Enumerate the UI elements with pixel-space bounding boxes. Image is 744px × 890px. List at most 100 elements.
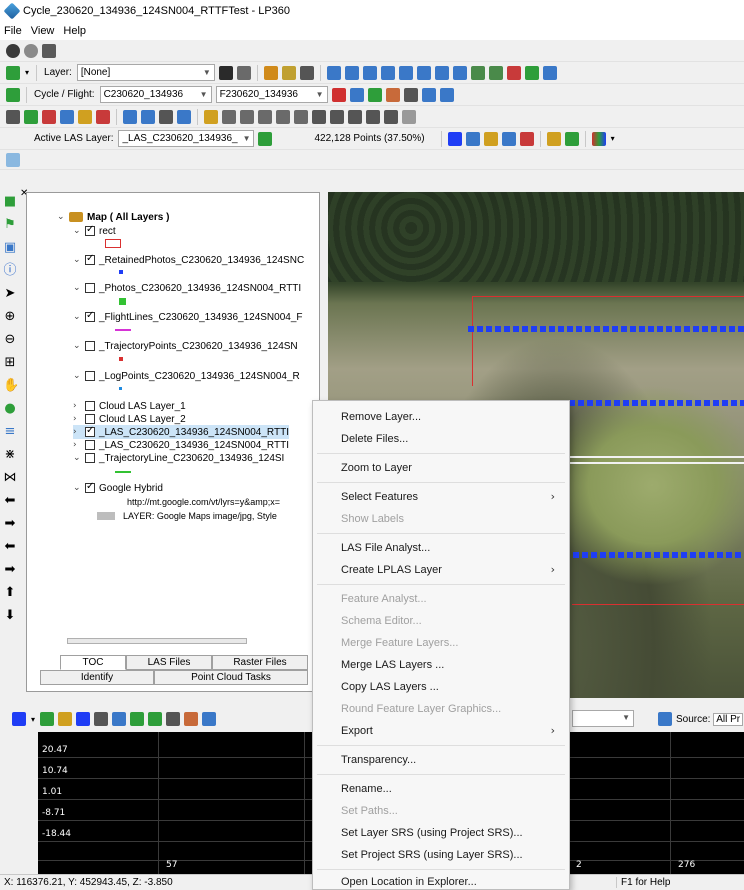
fence-icon[interactable]: [312, 109, 326, 124]
chevron-right-icon[interactable]: ›: [73, 427, 83, 437]
select-arrow-icon[interactable]: ➤: [3, 287, 17, 301]
profile-mode-select[interactable]: ▼: [572, 710, 634, 727]
layer-checkbox[interactable]: [85, 453, 95, 463]
tree-node-cloud-las-2[interactable]: › Cloud LAS Layer_2: [73, 412, 186, 426]
tab-point-cloud-tasks[interactable]: Point Cloud Tasks: [154, 670, 308, 685]
flight-select[interactable]: F230620_134936 ▼: [215, 86, 328, 103]
anchor-icon[interactable]: [204, 109, 218, 124]
layer-icon[interactable]: ■: [3, 195, 17, 209]
classify-icon[interactable]: [78, 109, 92, 124]
toc-scrollbar[interactable]: [67, 638, 247, 644]
tree-node-cloud-las-1[interactable]: › Cloud LAS Layer_1: [73, 399, 186, 413]
grid-profile-icon[interactable]: [76, 712, 91, 726]
back-icon[interactable]: ⬅: [3, 494, 17, 508]
menu-item-open-location[interactable]: Open Location in Explorer...: [313, 871, 569, 890]
window-icon[interactable]: [60, 109, 74, 124]
list-icon[interactable]: [367, 87, 382, 102]
dropdown-arrow-icon[interactable]: ▾: [25, 68, 29, 77]
tree-node-trajectory-line[interactable]: ⌄ _TrajectoryLine_C230620_134936_124SI: [73, 451, 284, 465]
chevron-down-icon[interactable]: ⌄: [73, 283, 83, 293]
clock-icon[interactable]: [384, 109, 398, 124]
tree-node-las[interactable]: › _LAS_C230620_134936_124SN004_RTTI: [73, 438, 289, 452]
scan-icon[interactable]: ▣: [3, 241, 17, 255]
terrain2-icon[interactable]: [148, 712, 163, 726]
export-icon[interactable]: [141, 109, 155, 124]
tab-toc[interactable]: TOC: [60, 655, 126, 670]
chevron-down-icon[interactable]: ⌄: [73, 371, 83, 381]
menu-item-set-layer-srs[interactable]: Set Layer SRS (using Project SRS)...: [313, 822, 569, 844]
triangle-icon[interactable]: [465, 131, 480, 146]
zoom-box-icon[interactable]: ⊞: [3, 356, 17, 370]
pan-down-icon[interactable]: ⬇: [3, 609, 17, 623]
stairs-icon[interactable]: [258, 131, 273, 146]
camera-icon[interactable]: [421, 87, 436, 102]
layer-select[interactable]: [None] ▼: [76, 64, 215, 81]
source-select[interactable]: All Pr: [713, 713, 744, 726]
layer-checkbox[interactable]: [85, 440, 95, 450]
import-icon[interactable]: [6, 87, 20, 102]
box-icon[interactable]: [159, 109, 173, 124]
menu-file[interactable]: File: [4, 25, 22, 37]
columns-icon[interactable]: [434, 65, 449, 80]
filter-icon[interactable]: [24, 109, 38, 124]
dropdown-arrow-icon[interactable]: ▾: [611, 134, 615, 143]
layer-checkbox[interactable]: [85, 401, 95, 411]
layer-checkbox[interactable]: [85, 371, 95, 381]
clip-icon[interactable]: [184, 712, 199, 726]
folder-icon[interactable]: [263, 65, 278, 80]
delete-icon[interactable]: [236, 65, 251, 80]
full-extent-icon[interactable]: ●: [3, 402, 17, 416]
shape-icon[interactable]: [366, 109, 380, 124]
profile-view-icon[interactable]: [12, 712, 26, 726]
layer-checkbox[interactable]: [85, 481, 95, 493]
chevron-right-icon[interactable]: ›: [73, 401, 83, 411]
zoom-fixed-in-icon[interactable]: ⋇: [3, 448, 17, 462]
layer-checkbox[interactable]: [85, 425, 95, 437]
zoom-out-icon[interactable]: ⊖: [3, 333, 17, 347]
scatter-icon[interactable]: [240, 109, 254, 124]
chevron-down-icon[interactable]: ⌄: [73, 483, 83, 493]
cycle-select[interactable]: C230620_134936 ▼: [99, 86, 212, 103]
menu-item-create-lplas-layer[interactable]: Create LPLAS Layer ›: [313, 559, 569, 581]
forward-icon[interactable]: ➡: [3, 517, 17, 531]
refresh-icon[interactable]: [6, 152, 20, 167]
points-view-icon[interactable]: [483, 131, 498, 146]
zoom-profile-icon[interactable]: [112, 712, 127, 726]
table-icon[interactable]: [299, 65, 314, 80]
menu-item-merge-las-layers[interactable]: Merge LAS Layers ...: [313, 654, 569, 676]
layer-checkbox[interactable]: [85, 224, 95, 236]
menu-item-delete-files[interactable]: Delete Files...: [313, 428, 569, 450]
sync-icon[interactable]: [402, 109, 416, 124]
cluster-icon[interactable]: [222, 109, 236, 124]
chart-icon[interactable]: [439, 87, 454, 102]
profile-icon[interactable]: [501, 131, 516, 146]
merge-icon[interactable]: [398, 65, 413, 80]
eraser-icon[interactable]: [564, 131, 579, 146]
tree-node-google-hybrid[interactable]: ⌄ Google Hybrid: [73, 481, 163, 495]
next-icon[interactable]: [452, 65, 467, 80]
tree-node-rect[interactable]: ⌄ rect: [73, 224, 116, 238]
sort-icon[interactable]: [349, 87, 364, 102]
layer-checkbox[interactable]: [85, 414, 95, 424]
pan-left-icon[interactable]: ⬅: [3, 540, 17, 554]
chevron-down-icon[interactable]: ⌄: [73, 226, 83, 236]
stairs-nav-icon[interactable]: ≡: [3, 425, 17, 439]
tree-node-trajectory-points[interactable]: ⌄ _TrajectoryPoints_C230620_134936_124SN: [73, 339, 298, 353]
layer-checkbox[interactable]: [85, 253, 95, 265]
zoom-in-icon[interactable]: ⊕: [3, 310, 17, 324]
frame-icon[interactable]: [123, 109, 137, 124]
measure-icon[interactable]: [416, 65, 431, 80]
pan-hand-icon[interactable]: ✋: [3, 379, 19, 393]
grid-icon[interactable]: [488, 65, 503, 80]
polyline-icon[interactable]: [326, 65, 341, 80]
menu-item-zoom-to-layer[interactable]: Zoom to Layer: [313, 457, 569, 479]
edit-vertex-icon[interactable]: [362, 65, 377, 80]
tab-las-files[interactable]: LAS Files: [126, 655, 212, 670]
tools-x-icon[interactable]: [96, 109, 110, 124]
menu-item-export[interactable]: Export ›: [313, 720, 569, 742]
class-icon[interactable]: [524, 65, 539, 80]
tab-raster-files[interactable]: Raster Files: [212, 655, 308, 670]
info-icon[interactable]: ⓘ: [3, 264, 17, 278]
density-icon[interactable]: [258, 109, 272, 124]
raster-icon[interactable]: [348, 109, 362, 124]
